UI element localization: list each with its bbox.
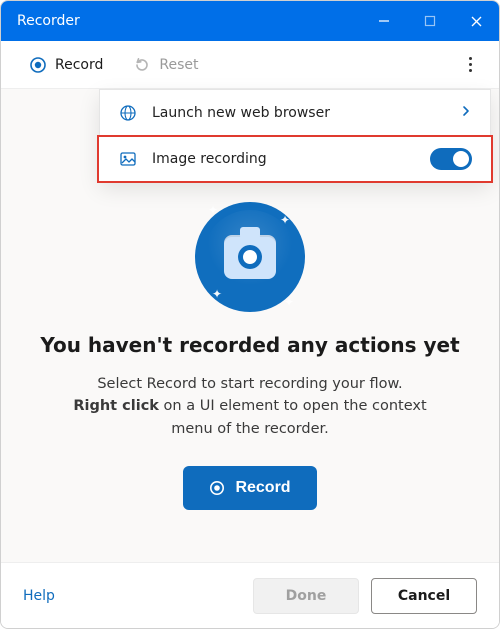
chevron-right-icon (460, 105, 472, 121)
menu-item-image-recording[interactable]: Image recording (98, 136, 492, 182)
minimize-button[interactable] (361, 1, 407, 41)
cancel-button[interactable]: Cancel (371, 578, 477, 614)
content-area: Launch new web browser Image recording ✦… (1, 89, 499, 562)
record-toolbar-label: Record (55, 57, 103, 73)
reset-icon (133, 56, 151, 74)
reset-toolbar-button[interactable]: Reset (123, 48, 208, 82)
record-button-label: Record (235, 479, 290, 497)
empty-state-description: Select Record to start recording your fl… (60, 373, 440, 440)
record-icon (209, 480, 225, 496)
image-recording-toggle[interactable] (430, 148, 472, 170)
record-toolbar-button[interactable]: Record (19, 48, 113, 82)
menu-item-launch-browser[interactable]: Launch new web browser (100, 90, 490, 136)
maximize-button[interactable] (407, 1, 453, 41)
window-title: Recorder (17, 13, 361, 29)
footer: Help Done Cancel (1, 562, 499, 628)
help-link[interactable]: Help (23, 588, 55, 604)
empty-state: ✦✦✦✦ You haven't recorded any actions ye… (40, 197, 459, 510)
more-options-menu: Launch new web browser Image recording (99, 89, 491, 181)
titlebar: Recorder (1, 1, 499, 41)
menu-item-label: Image recording (152, 151, 416, 167)
toolbar: Record Reset (1, 41, 499, 89)
recorder-window: Recorder Record Reset (0, 0, 500, 629)
menu-item-label: Launch new web browser (152, 105, 446, 121)
record-icon (29, 56, 47, 74)
more-options-button[interactable] (455, 50, 485, 80)
close-button[interactable] (453, 1, 499, 41)
image-icon (118, 149, 138, 169)
hero-illustration: ✦✦✦✦ (190, 197, 310, 317)
empty-state-title: You haven't recorded any actions yet (40, 333, 459, 357)
camera-icon (224, 235, 276, 279)
reset-toolbar-label: Reset (159, 57, 198, 73)
done-button[interactable]: Done (253, 578, 359, 614)
record-button[interactable]: Record (183, 466, 316, 510)
globe-icon (118, 103, 138, 123)
